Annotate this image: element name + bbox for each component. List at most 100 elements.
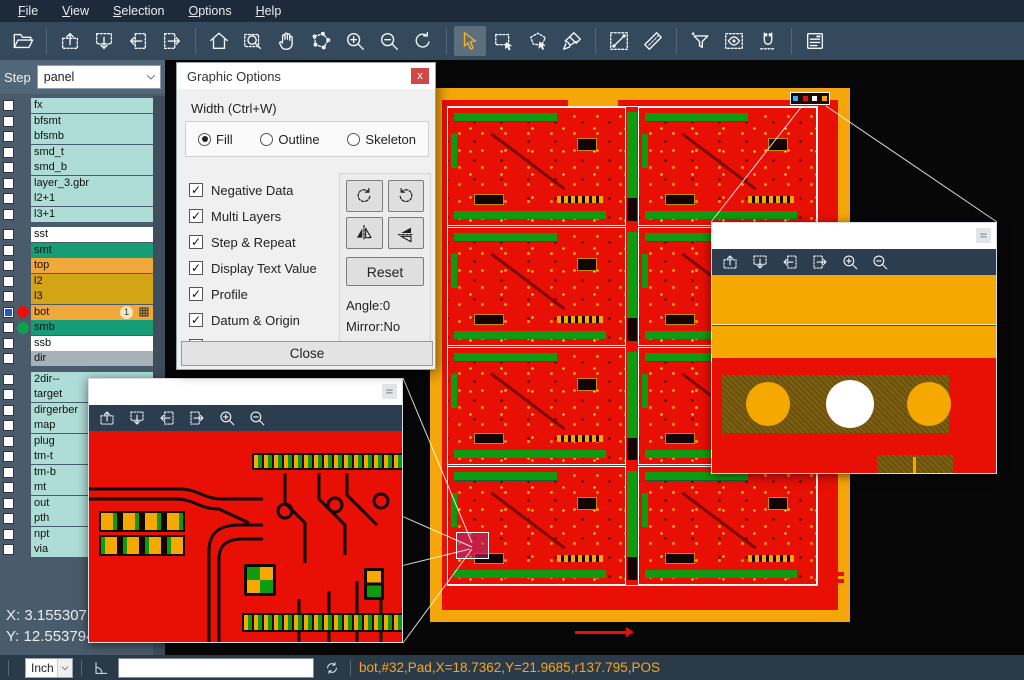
layer-visibility-checkbox[interactable] bbox=[3, 338, 14, 349]
pcb-board[interactable] bbox=[639, 108, 816, 225]
zoom-window-right[interactable] bbox=[711, 222, 997, 474]
layer-row-sst[interactable]: sst bbox=[0, 227, 153, 243]
layer-name[interactable]: l3+1 bbox=[31, 207, 153, 222]
menu-item-file[interactable]: File bbox=[6, 4, 50, 18]
layer-row-ssb[interactable]: ssb bbox=[0, 336, 153, 352]
layer-name[interactable]: bfsmt bbox=[31, 114, 153, 129]
layer-visibility-checkbox[interactable] bbox=[3, 467, 14, 478]
checkbox-row-datum-origin[interactable]: ✓Datum & Origin bbox=[189, 307, 317, 333]
layer-visibility-checkbox[interactable] bbox=[3, 229, 14, 240]
report-tool-button[interactable] bbox=[799, 26, 831, 56]
move-left-tool-button[interactable] bbox=[157, 408, 177, 428]
layer-visibility-checkbox[interactable] bbox=[3, 420, 14, 431]
layer-name[interactable]: sst bbox=[31, 227, 153, 242]
clean-tool-button[interactable] bbox=[556, 26, 588, 56]
zoom-in-tool-button[interactable] bbox=[840, 252, 860, 272]
layer-visibility-checkbox[interactable] bbox=[3, 162, 14, 173]
move-up-tool-button[interactable] bbox=[97, 408, 117, 428]
select-polygon-tool-button[interactable] bbox=[522, 26, 554, 56]
filter-tool-button[interactable] bbox=[684, 26, 716, 56]
zoom-window-left-view[interactable] bbox=[89, 431, 402, 642]
pan-tool-button[interactable] bbox=[271, 26, 303, 56]
layer-visibility-checkbox[interactable] bbox=[3, 451, 14, 462]
checkbox[interactable]: ✓ bbox=[189, 209, 203, 223]
checkbox[interactable]: ✓ bbox=[189, 287, 203, 301]
move-left-tool-button[interactable] bbox=[780, 252, 800, 272]
move-right-tool-button[interactable] bbox=[156, 26, 188, 56]
layer-active-indicator[interactable] bbox=[17, 306, 29, 318]
layer-row-l2+1[interactable]: l2+1 bbox=[0, 191, 153, 207]
zoom-previous-tool-button[interactable] bbox=[407, 26, 439, 56]
measure-tool-button[interactable] bbox=[603, 26, 635, 56]
zoom-out-tool-button[interactable] bbox=[373, 26, 405, 56]
move-right-tool-button[interactable] bbox=[187, 408, 207, 428]
select-tool-button[interactable] bbox=[454, 26, 486, 56]
layer-row-bfsmb[interactable]: bfsmb bbox=[0, 129, 153, 145]
pcb-board[interactable] bbox=[639, 467, 816, 584]
layer-visibility-checkbox[interactable] bbox=[3, 147, 14, 158]
layer-name[interactable]: bot1 bbox=[31, 305, 153, 320]
layer-row-dir[interactable]: dir bbox=[0, 351, 153, 367]
layer-name[interactable]: bfsmb bbox=[31, 129, 153, 144]
zoom-window-right-view[interactable] bbox=[712, 275, 996, 473]
pcb-board[interactable] bbox=[448, 348, 625, 465]
menu-item-view[interactable]: View bbox=[50, 4, 101, 18]
layer-visibility-checkbox[interactable] bbox=[3, 291, 14, 302]
layer-visibility-checkbox[interactable] bbox=[3, 436, 14, 447]
zoom-window-left-titlebar[interactable] bbox=[89, 379, 402, 405]
layer-row-l3[interactable]: l3 bbox=[0, 289, 153, 305]
sync-icon[interactable] bbox=[322, 658, 342, 678]
checkbox[interactable]: ✓ bbox=[189, 183, 203, 197]
home-tool-button[interactable] bbox=[203, 26, 235, 56]
zoom-polygon-tool-button[interactable] bbox=[305, 26, 337, 56]
layer-name[interactable]: smd_b bbox=[31, 160, 153, 175]
checkbox-row-profile[interactable]: ✓Profile bbox=[189, 281, 317, 307]
layer-row-smd_b[interactable]: smd_b bbox=[0, 160, 153, 176]
menu-item-options[interactable]: Options bbox=[176, 4, 243, 18]
move-up-tool-button[interactable] bbox=[720, 252, 740, 272]
checkbox-row-display-text-value[interactable]: ✓Display Text Value bbox=[189, 255, 317, 281]
menu-item-selection[interactable]: Selection bbox=[101, 4, 176, 18]
close-button[interactable]: Close bbox=[181, 341, 433, 366]
window-menu-icon[interactable] bbox=[976, 228, 991, 243]
layer-row-smt[interactable]: smt bbox=[0, 243, 153, 259]
command-input[interactable] bbox=[118, 658, 314, 678]
layer-name[interactable]: smd_t bbox=[31, 145, 153, 160]
mirror-horizontal-button[interactable] bbox=[388, 217, 425, 249]
layer-name[interactable]: smt bbox=[31, 243, 153, 258]
layer-active-indicator[interactable] bbox=[17, 322, 29, 334]
layer-name[interactable]: l2 bbox=[31, 274, 153, 289]
layer-visibility-checkbox[interactable] bbox=[3, 131, 14, 142]
window-menu-icon[interactable] bbox=[382, 384, 397, 399]
layer-row-smd_t[interactable]: smd_t bbox=[0, 145, 153, 161]
layer-name[interactable]: l2+1 bbox=[31, 191, 153, 206]
rotate-cw-button[interactable] bbox=[346, 180, 383, 212]
layer-visibility-checkbox[interactable] bbox=[3, 529, 14, 540]
zoom-in-tool-button[interactable] bbox=[339, 26, 371, 56]
zoom-window-right-titlebar[interactable] bbox=[712, 223, 996, 249]
move-down-tool-button[interactable] bbox=[750, 252, 770, 272]
layer-visibility-checkbox[interactable] bbox=[3, 209, 14, 220]
reset-button[interactable]: Reset bbox=[346, 257, 424, 286]
checkbox-row-negative-data[interactable]: ✓Negative Data bbox=[189, 177, 317, 203]
layer-name[interactable]: top bbox=[31, 258, 153, 273]
pcb-board[interactable] bbox=[448, 467, 625, 584]
radio-skeleton[interactable]: Skeleton bbox=[347, 132, 416, 147]
layer-name[interactable]: layer_3.gbr bbox=[31, 176, 153, 191]
radio-button[interactable] bbox=[198, 133, 211, 146]
layer-row-layer_3.gbr[interactable]: layer_3.gbr bbox=[0, 176, 153, 192]
layer-row-l2[interactable]: l2 bbox=[0, 274, 153, 290]
ruler-tool-button[interactable] bbox=[637, 26, 669, 56]
checkbox[interactable]: ✓ bbox=[189, 235, 203, 249]
layer-row-bot[interactable]: bot1 bbox=[0, 305, 153, 321]
layer-visibility-checkbox[interactable] bbox=[3, 405, 14, 416]
zoom-out-tool-button[interactable] bbox=[247, 408, 267, 428]
view-options-tool-button[interactable] bbox=[718, 26, 750, 56]
close-icon[interactable]: x bbox=[411, 68, 429, 84]
move-right-tool-button[interactable] bbox=[810, 252, 830, 272]
layer-visibility-checkbox[interactable] bbox=[3, 276, 14, 287]
layer-visibility-checkbox[interactable] bbox=[3, 353, 14, 364]
layer-visibility-checkbox[interactable] bbox=[3, 544, 14, 555]
pcb-board[interactable] bbox=[448, 108, 625, 225]
angle-corner-icon[interactable] bbox=[90, 658, 110, 678]
